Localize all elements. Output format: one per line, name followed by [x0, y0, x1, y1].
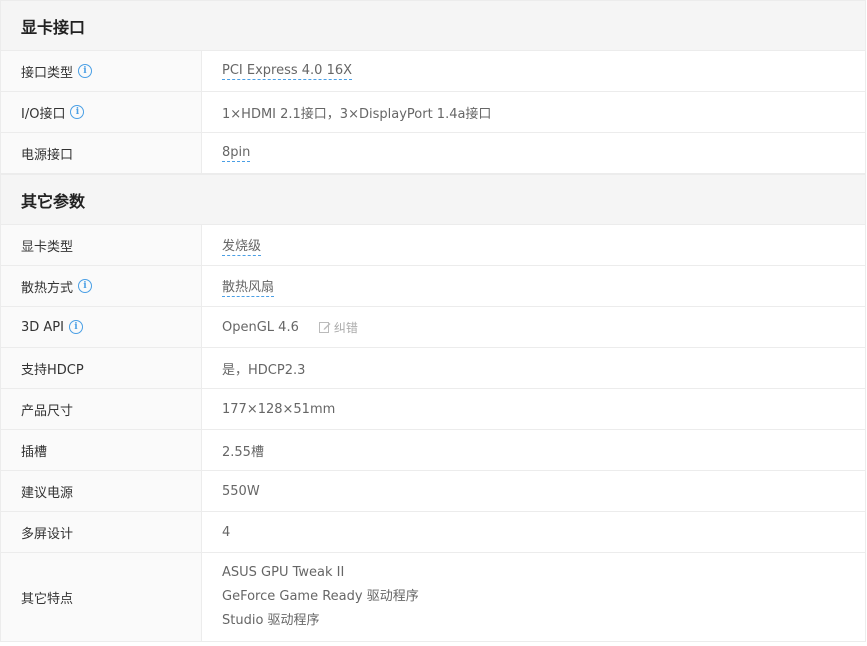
spec-row-3d-api: 3D API i OpenGL 4.6 纠错 [1, 307, 865, 348]
spec-label: 接口类型 i [1, 51, 202, 91]
spec-value-text: 550W [222, 483, 260, 499]
spec-value-line: ASUS GPU Tweak II [222, 565, 345, 580]
spec-value: 发烧级 [202, 225, 865, 265]
spec-value: 散热风扇 [202, 266, 865, 306]
spec-label-text: 电源接口 [21, 147, 74, 163]
spec-value: 2.55槽 [202, 430, 865, 470]
spec-value: 550W [202, 471, 865, 511]
spec-row-slot: 插槽 2.55槽 [1, 430, 865, 471]
spec-row-card-type: 显卡类型 发烧级 [1, 225, 865, 266]
spec-label: 3D API i [1, 307, 202, 347]
spec-value: 是，HDCP2.3 [202, 348, 865, 388]
spec-value-text: 177×128×51mm [222, 401, 336, 417]
spec-label-text: I/O接口 [21, 106, 66, 122]
spec-label-text: 3D API [21, 319, 64, 335]
spec-value-link[interactable]: PCI Express 4.0 16X [222, 63, 353, 80]
spec-row-interface-type: 接口类型 i PCI Express 4.0 16X [1, 51, 865, 92]
spec-value: ASUS GPU Tweak II GeForce Game Ready 驱动程… [202, 553, 865, 641]
spec-label: 多屏设计 [1, 512, 202, 552]
spec-row-recommended-psu: 建议电源 550W [1, 471, 865, 512]
spec-value-text: 2.55槽 [222, 444, 264, 460]
spec-label: 产品尺寸 [1, 389, 202, 429]
spec-value: 8pin [202, 133, 865, 173]
spec-label: 建议电源 [1, 471, 202, 511]
edit-icon [318, 322, 331, 333]
correct-error-link[interactable]: 纠错 [318, 319, 358, 336]
spec-value: 1×HDMI 2.1接口，3×DisplayPort 1.4a接口 [202, 92, 865, 132]
spec-value-link[interactable]: 发烧级 [222, 235, 262, 256]
spec-label-text: 显卡类型 [21, 239, 74, 255]
spec-label-text: 插槽 [21, 444, 48, 460]
spec-label-text: 多屏设计 [21, 526, 74, 542]
spec-value: 4 [202, 512, 865, 552]
spec-row-multi-display: 多屏设计 4 [1, 512, 865, 553]
spec-label: 插槽 [1, 430, 202, 470]
spec-value-link[interactable]: 散热风扇 [222, 276, 275, 297]
spec-value: OpenGL 4.6 纠错 [202, 307, 865, 347]
spec-label-text: 其它特点 [21, 591, 74, 607]
spec-value-text: 是，HDCP2.3 [222, 362, 306, 378]
spec-label: I/O接口 i [1, 92, 202, 132]
correct-error-label: 纠错 [333, 320, 358, 335]
spec-label-text: 建议电源 [21, 485, 74, 501]
spec-label-text: 支持HDCP [21, 362, 84, 378]
spec-table: 显卡接口 接口类型 i PCI Express 4.0 16X I/O接口 i … [0, 0, 866, 642]
section-header-other-params: 其它参数 [1, 174, 865, 225]
spec-row-other-features: 其它特点 ASUS GPU Tweak II GeForce Game Read… [1, 553, 865, 642]
spec-row-power-connector: 电源接口 8pin [1, 133, 865, 174]
spec-row-io-interface: I/O接口 i 1×HDMI 2.1接口，3×DisplayPort 1.4a接… [1, 92, 865, 133]
section-header-graphics-interface: 显卡接口 [1, 0, 865, 51]
spec-value-link[interactable]: 8pin [222, 145, 251, 162]
section-title: 其它参数 [21, 191, 86, 211]
spec-label-text: 产品尺寸 [21, 403, 74, 419]
spec-row-dimensions: 产品尺寸 177×128×51mm [1, 389, 865, 430]
spec-label: 其它特点 [1, 553, 202, 641]
info-icon[interactable]: i [78, 64, 93, 78]
spec-value: 177×128×51mm [202, 389, 865, 429]
spec-label: 支持HDCP [1, 348, 202, 388]
spec-value-line: Studio 驱动程序 [222, 613, 320, 628]
spec-label-text: 散热方式 [21, 280, 74, 296]
spec-value: PCI Express 4.0 16X [202, 51, 865, 91]
spec-value-text: OpenGL 4.6 [222, 319, 299, 335]
spec-value-text: 4 [222, 524, 231, 540]
spec-value-text: 1×HDMI 2.1接口，3×DisplayPort 1.4a接口 [222, 106, 492, 122]
section-title: 显卡接口 [21, 17, 86, 37]
spec-label: 显卡类型 [1, 225, 202, 265]
spec-row-cooling: 散热方式 i 散热风扇 [1, 266, 865, 307]
spec-label: 散热方式 i [1, 266, 202, 306]
spec-label: 电源接口 [1, 133, 202, 173]
info-icon[interactable]: i [70, 105, 85, 119]
spec-label-text: 接口类型 [21, 65, 74, 81]
spec-row-hdcp: 支持HDCP 是，HDCP2.3 [1, 348, 865, 389]
info-icon[interactable]: i [68, 320, 83, 334]
info-icon[interactable]: i [78, 279, 93, 293]
spec-value-line: GeForce Game Ready 驱动程序 [222, 589, 419, 604]
